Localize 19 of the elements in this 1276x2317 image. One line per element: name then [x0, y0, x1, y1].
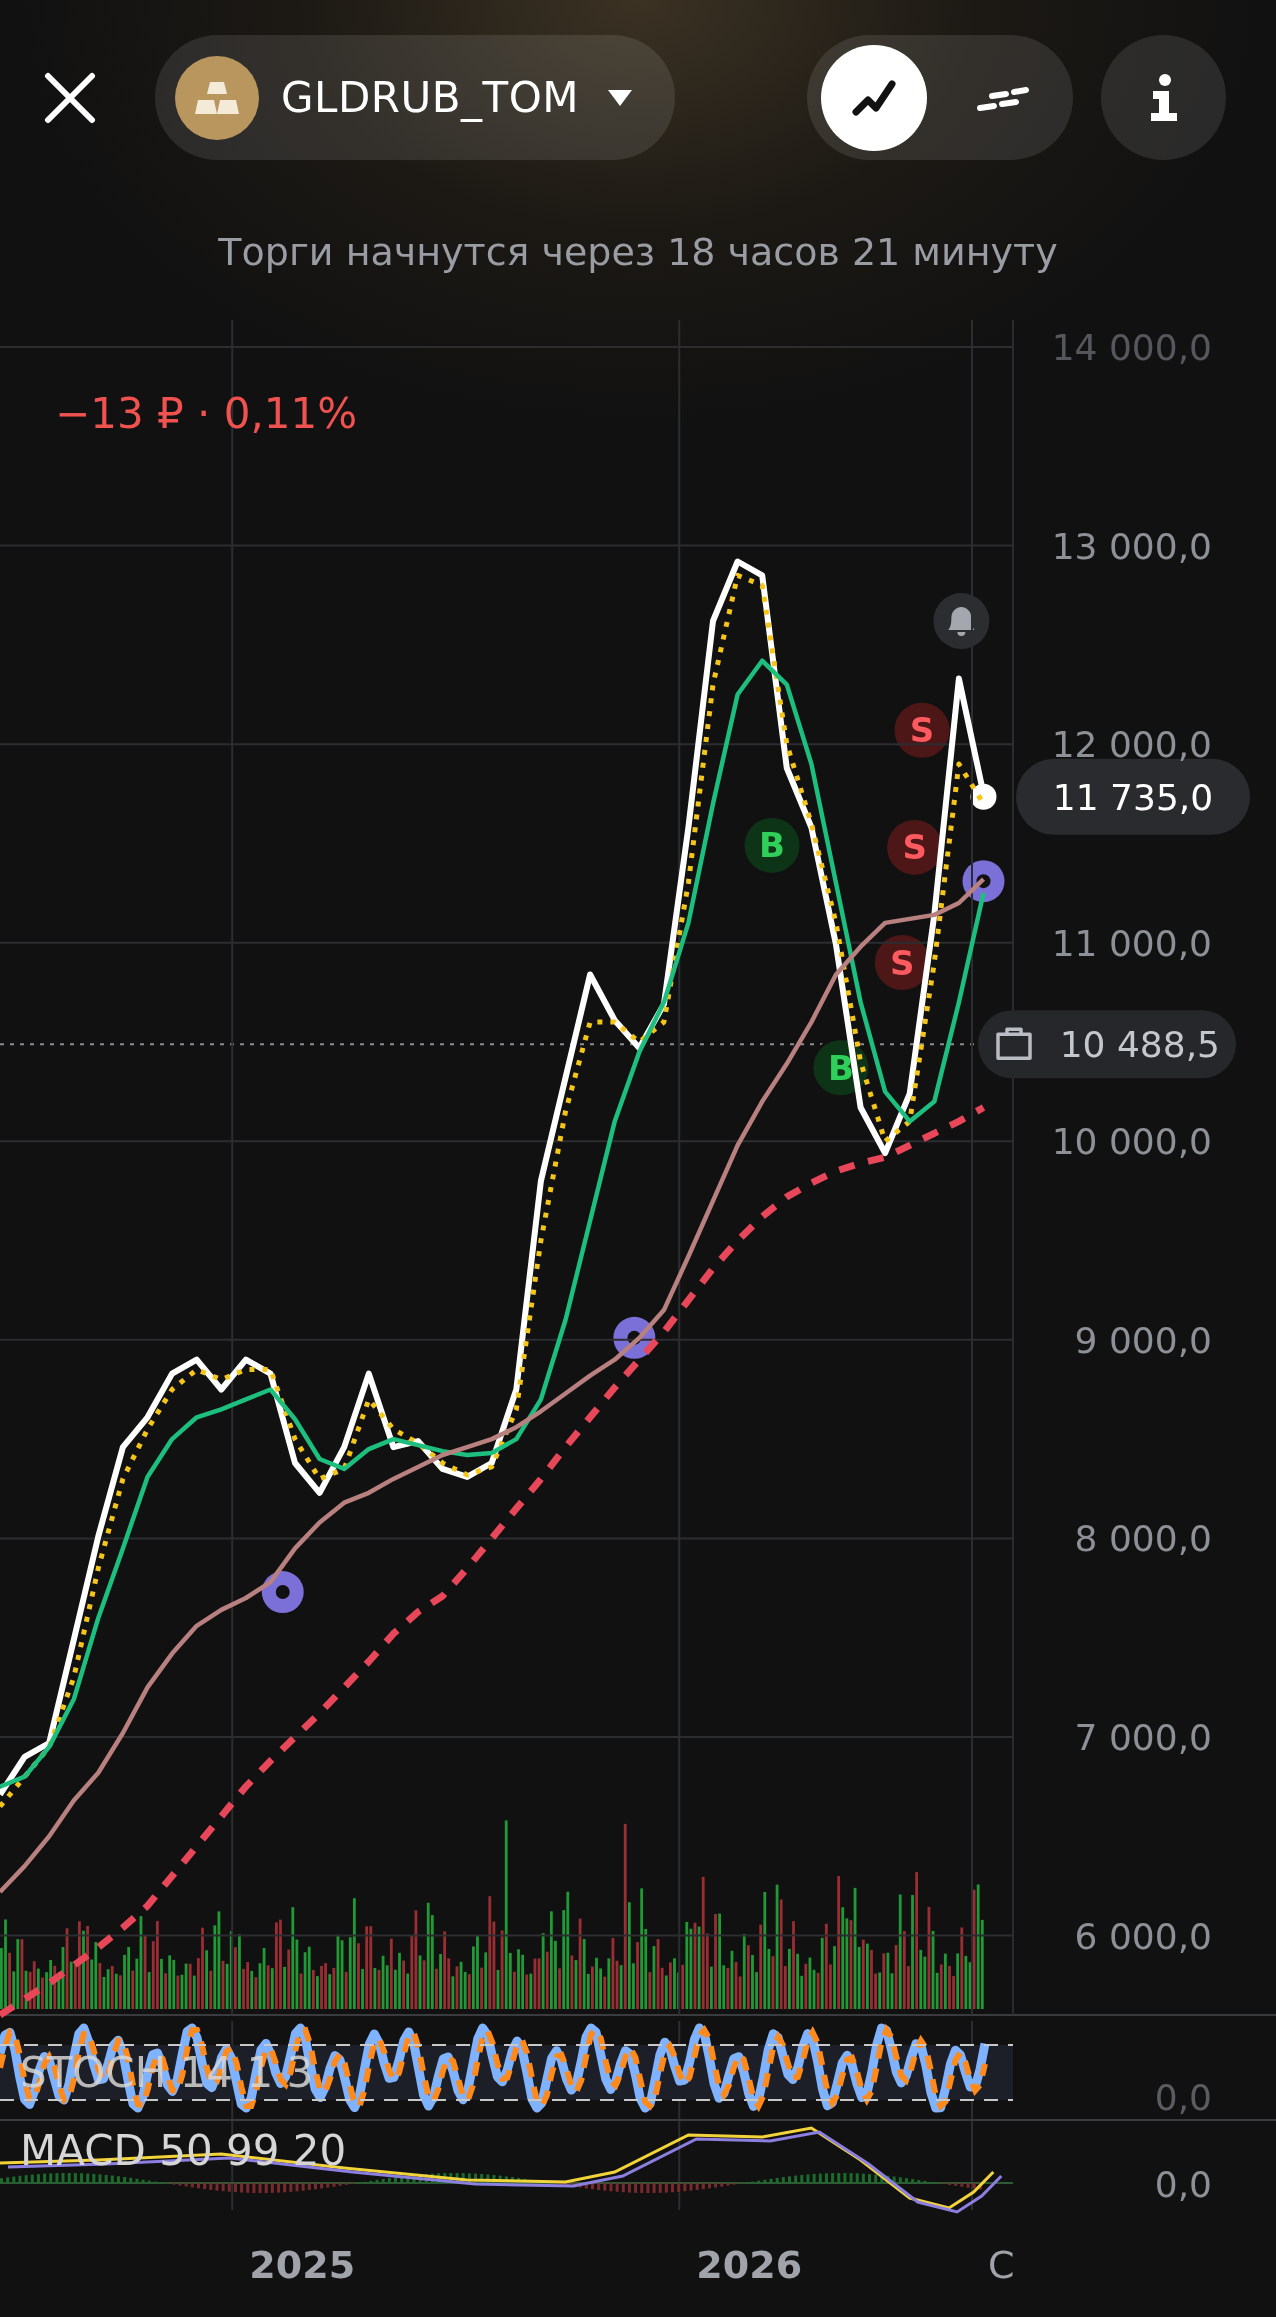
time-axis-label: C — [988, 2243, 1015, 2287]
price-axis-label: 6 000,0 — [1074, 1915, 1212, 1957]
macd-axis-label: 0,0 — [1154, 2164, 1212, 2205]
time-axis-label: 2025 — [249, 2243, 356, 2287]
price-axis-label: 14 000,0 — [1051, 327, 1212, 368]
stochastic-axis-label: 0,0 — [1154, 2077, 1212, 2118]
price-axis-label: 8 000,0 — [1074, 1518, 1212, 1560]
price-axis-label: 11 000,0 — [1051, 922, 1212, 964]
trading-status-text: Торги начнутся через 18 часов 21 минуту — [217, 230, 1059, 274]
price-axis-label: 9 000,0 — [1074, 1319, 1212, 1361]
position-price-label: 10 488,5 — [1059, 1024, 1220, 1066]
price-axis-label: 13 000,0 — [1051, 525, 1212, 567]
price-axis-label: 10 000,0 — [1051, 1121, 1212, 1163]
signal-marker: S — [891, 699, 953, 761]
ticker-selector[interactable]: GLDRUB_TOM — [155, 35, 675, 160]
price-axis-label: 7 000,0 — [1074, 1717, 1212, 1758]
price-change-text: −13 ₽ · 0,11% — [55, 389, 358, 438]
signal-marker: B — [810, 1037, 872, 1099]
time-axis-label: 2026 — [696, 2243, 803, 2287]
